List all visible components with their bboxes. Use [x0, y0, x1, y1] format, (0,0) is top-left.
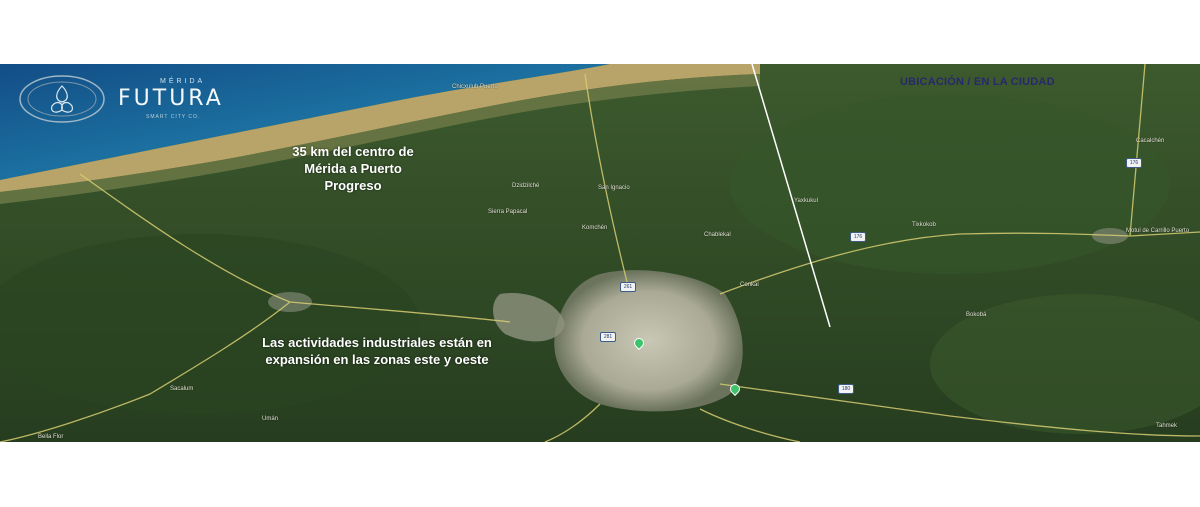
place-label: Conkal: [740, 282, 759, 288]
place-label: Bokobá: [966, 312, 987, 318]
place-label: Cacalchén: [1136, 138, 1165, 144]
merida-futura-logo[interactable]: MÉRIDA FUTURA SMART CITY CO.: [16, 72, 276, 132]
route-shield: 176: [1126, 158, 1142, 168]
satellite-map[interactable]: MÉRIDA FUTURA SMART CITY CO. UBICACIÓN /…: [0, 64, 1200, 442]
place-label: Umán: [262, 416, 279, 422]
place-label: Yaxkukul: [794, 198, 818, 204]
place-label: Tahmek: [1156, 423, 1178, 429]
route-shield: 281: [600, 332, 616, 342]
place-label: Komchén: [582, 225, 608, 231]
merida-city-area: [554, 270, 743, 412]
place-label: Chicxulub Puerto: [452, 84, 498, 90]
route-shield: 176: [850, 232, 866, 242]
place-label: Bella Flor: [38, 434, 64, 440]
place-label: Dzidzilché: [512, 183, 540, 189]
logo-mark-icon: [19, 75, 105, 123]
place-label: Chablekal: [704, 232, 731, 238]
place-label: Tixkokob: [912, 222, 936, 228]
distance-annotation: 35 km del centro de Mérida a Puerto Prog…: [292, 144, 414, 193]
place-label: Motul de Carrillo Puerto: [1126, 228, 1190, 234]
route-shield: 261: [620, 282, 636, 292]
logo-top-text: MÉRIDA: [160, 78, 206, 85]
place-label: Sacalum: [170, 386, 194, 392]
logo-name: FUTURA: [118, 86, 224, 111]
route-shield: 180: [838, 384, 854, 394]
industry-annotation: Las actividades industriales están en ex…: [262, 335, 492, 367]
logo-tagline: SMART CITY CO.: [146, 114, 201, 120]
section-label: UBICACIÓN / EN LA CIUDAD: [900, 76, 1055, 88]
place-label: San Ignacio: [598, 185, 630, 191]
place-label: Sierra Papacal: [488, 209, 528, 215]
